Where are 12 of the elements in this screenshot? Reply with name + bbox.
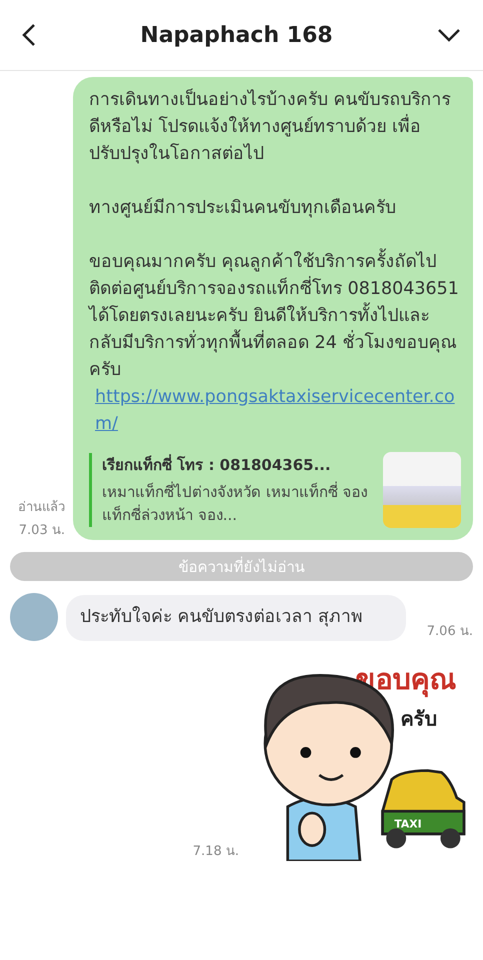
chat-title: Napaphach 168 xyxy=(140,22,333,48)
preview-title: เรียกแท็กซี่ โทร : 081804365... xyxy=(102,453,332,476)
message-text: ทางศูนย์มีการประเมินคนขับทุกเดือนครับ xyxy=(89,196,397,220)
message-text: ขอบคุณมากครับ คุณลูกค้าใช้บริการครั้งถัดไป ติดต่อศูนย์บริการจองรถแท็กซี่โทร 0818043651 ได้โดยตรงเลยนะครับ ยินดีให้บริการทั้งไปและกลับมีบริการทั่วทุกพื้นที่ตลอด 24 ชั่วโมงขอบคุณครับ xyxy=(89,249,461,384)
message-time: 7.18 น. xyxy=(192,843,239,861)
link-preview[interactable]: เรียกแท็กซี่ โทร : 081804365... เหมาแท็กซี่ไปต่างจังหวัด เหมาแท็กซี่ จองแท็กซี่ล่วงหน้า จอง... xyxy=(89,453,375,527)
preview-description: เหมาแท็กซี่ไปต่างจังหวัด เหมาแท็กซี่ จองแท็กซี่ล่วงหน้า จอง... xyxy=(102,481,369,526)
read-receipt: อ่านแล้ว xyxy=(18,499,65,517)
message-text: การเดินทางเป็นอย่างไรบ้างครับ คนขับรถบริการดีหรือไม่ โปรดแจ้งให้ทางศูนย์ทราบด้วย เพื่อปรับปรุงในโอกาสต่อไป xyxy=(89,88,452,166)
message-time: 7.03 น. xyxy=(18,522,65,540)
message-time: 7.06 น. xyxy=(426,623,473,641)
message-bubble: ประทับใจค่ะ คนขับตรงต่อเวลา สุภาพ xyxy=(66,595,406,641)
